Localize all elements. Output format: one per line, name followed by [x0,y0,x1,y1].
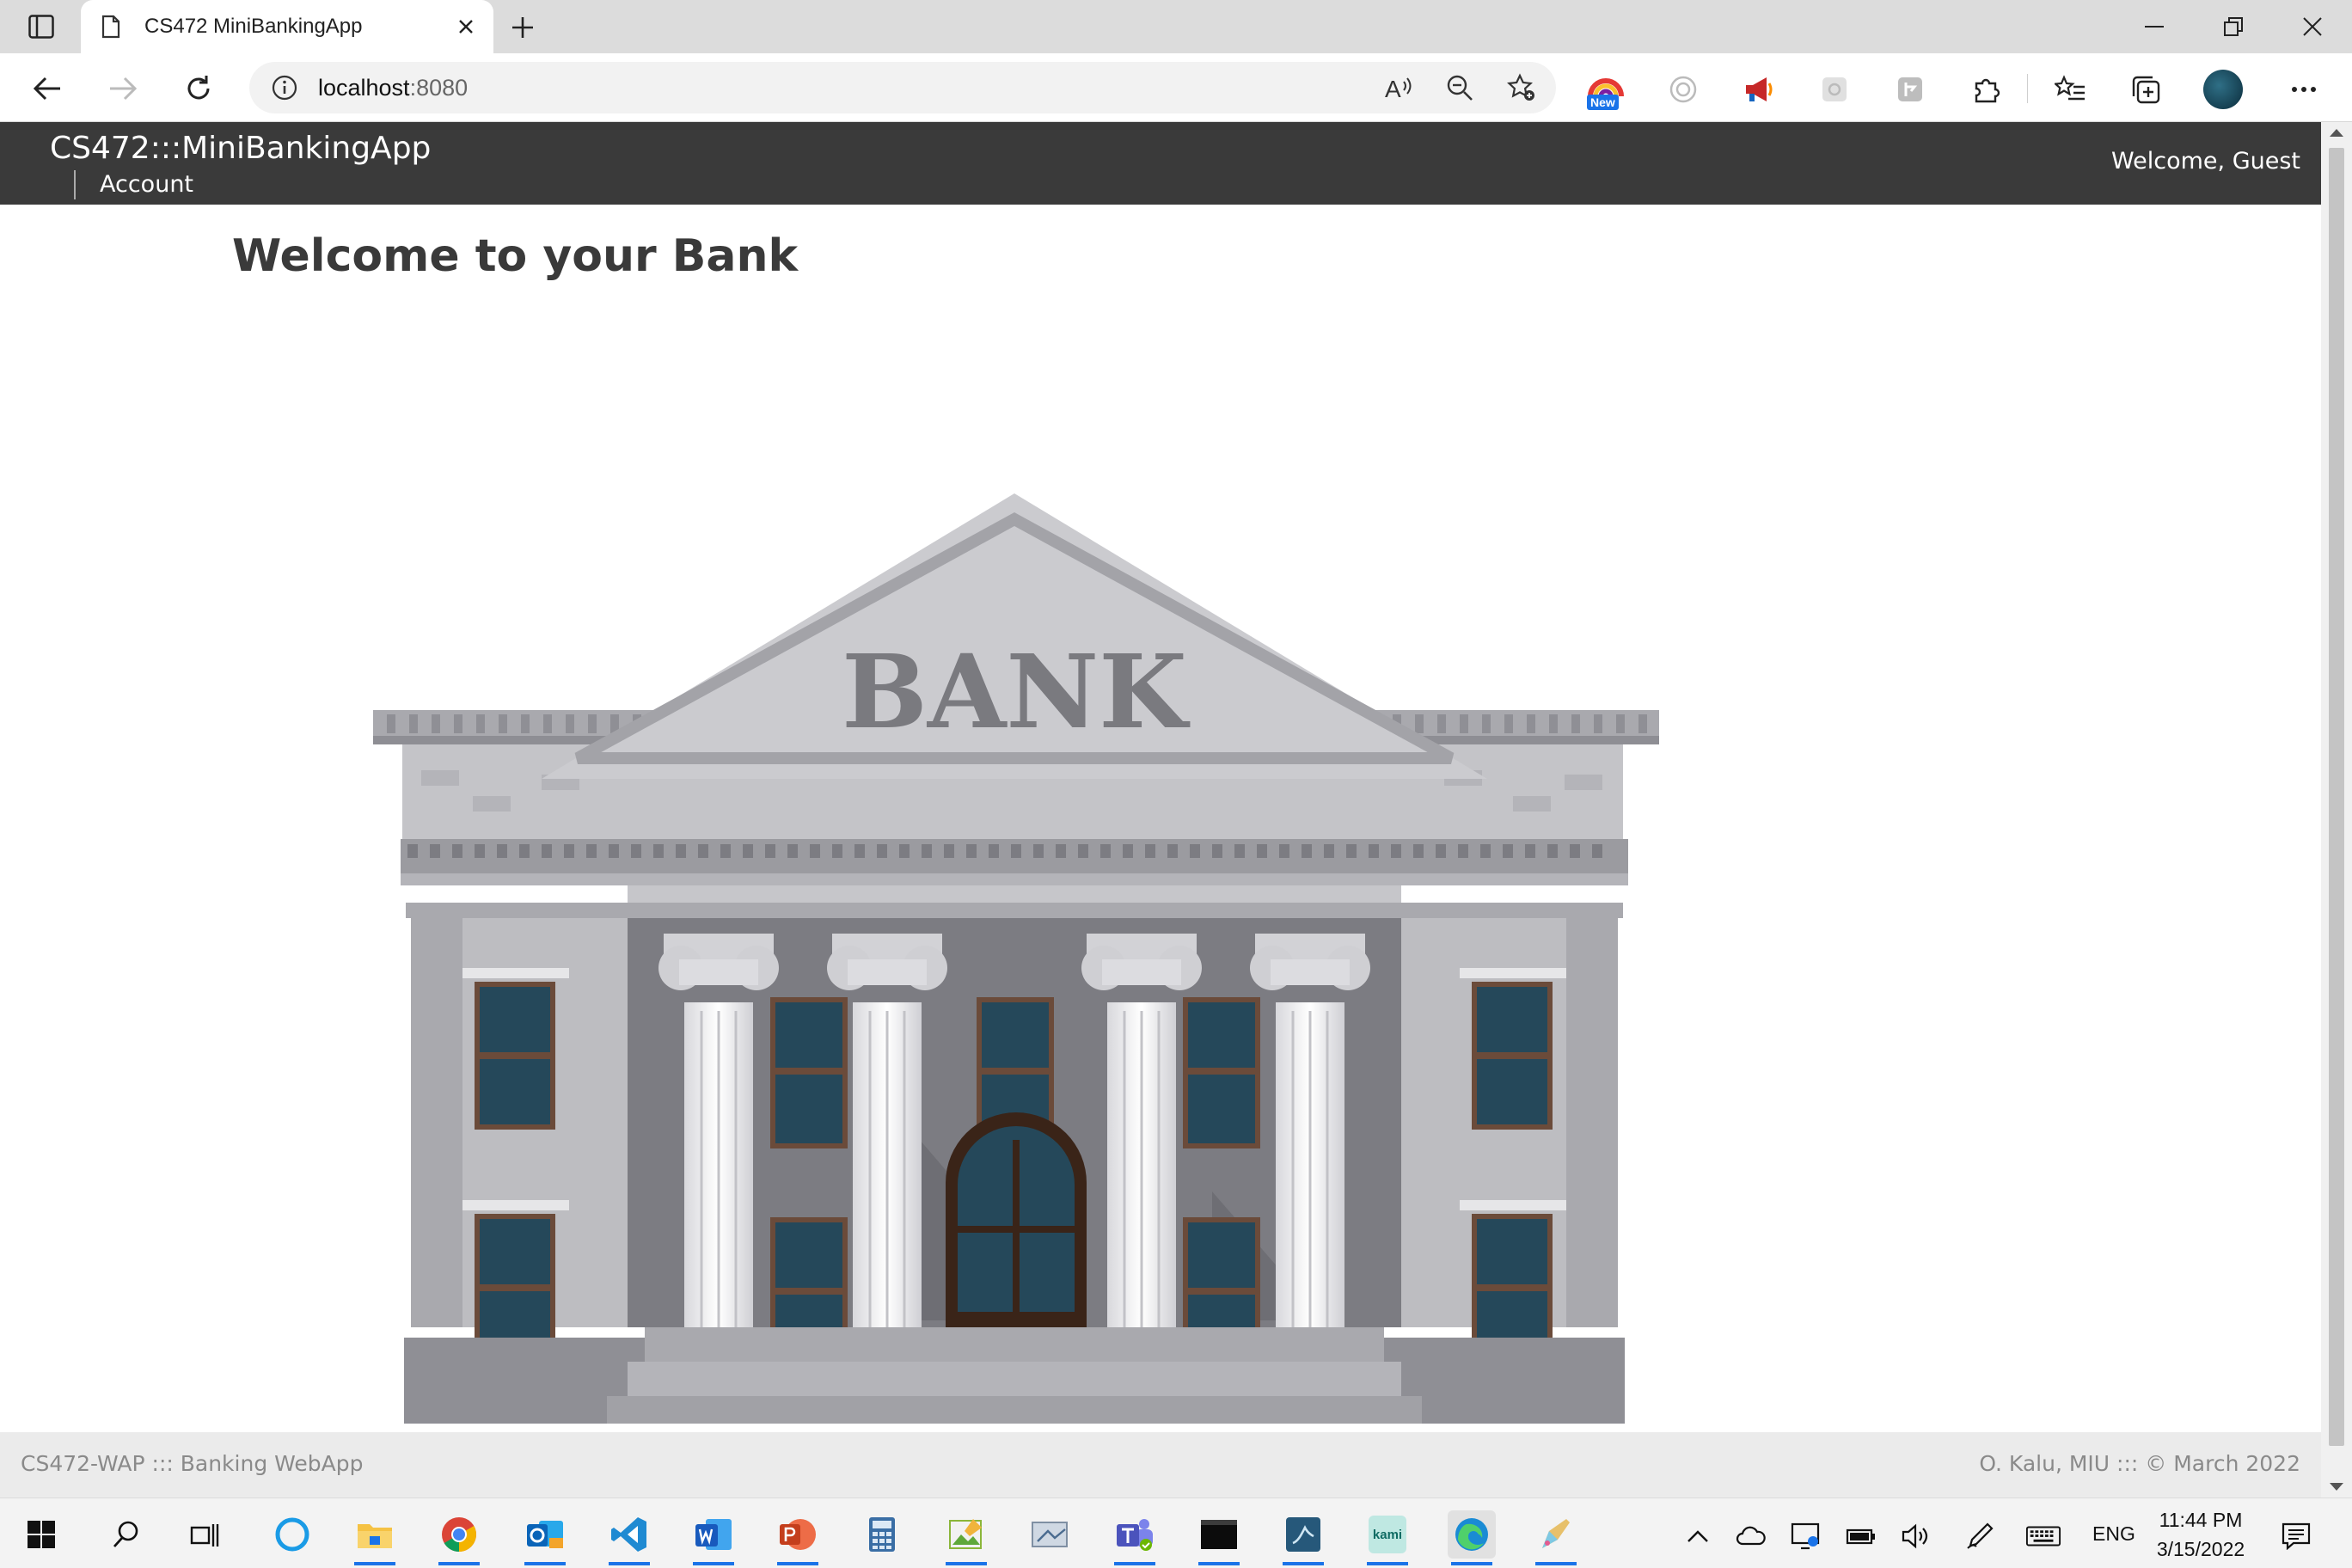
taskbar-clock[interactable]: 11:44 PM 3/15/2022 [2149,1505,2252,1564]
read-aloud-icon[interactable]: A [1375,65,1420,110]
paint3d-icon[interactable] [1532,1510,1580,1565]
cortana-icon[interactable] [268,1510,316,1559]
new-badge: New [1587,95,1619,110]
add-favorite-icon[interactable] [1499,65,1544,110]
clock-date: 3/15/2022 [2156,1538,2245,1560]
app-header: CS472:::MiniBankingApp Account Welcome, … [0,122,2321,205]
more-options-icon[interactable] [2280,65,2328,113]
footer-copyright-text: O. Kalu, MIU ::: © March 2022 [1979,1451,2300,1476]
extension-new-icon[interactable]: New [1582,65,1630,113]
battery-icon[interactable] [1843,1519,1879,1553]
show-hidden-icons-icon[interactable] [1680,1519,1716,1553]
nav-item-account[interactable]: Account [100,171,193,198]
zoom-out-icon[interactable] [1437,65,1482,110]
extensions-icon[interactable] [1962,65,2010,113]
tab-actions-icon[interactable] [19,11,64,42]
kami-icon[interactable]: kami [1363,1510,1412,1565]
app-brand[interactable]: CS472:::MiniBankingApp [50,131,431,166]
vscode-icon[interactable] [605,1510,653,1565]
onedrive-icon[interactable] [1733,1519,1769,1553]
paint-app-icon[interactable] [942,1510,990,1565]
teams-icon[interactable] [1111,1510,1159,1565]
restore-window-icon[interactable] [2194,0,2273,53]
favorites-icon[interactable] [2046,65,2094,113]
word-icon[interactable] [689,1510,738,1565]
browser-toolbar: localhost:8080 A New [0,53,2352,122]
toolbar-separator [2027,74,2028,103]
page-icon [101,15,120,39]
profile-avatar[interactable] [2199,65,2247,113]
svg-text:A: A [1385,76,1401,101]
extension-puzzle-grey-icon[interactable] [1810,65,1859,113]
browser-tab-active[interactable]: CS472 MiniBankingApp [81,0,493,53]
scrollbar-thumb[interactable] [2329,148,2344,1446]
chrome-icon[interactable] [435,1510,483,1565]
minimize-window-icon[interactable] [2115,0,2194,53]
tab-title: CS472 MiniBankingApp [144,15,363,38]
page-viewport: CS472:::MiniBankingApp Account Welcome, … [0,122,2321,1498]
collections-icon[interactable] [2122,65,2170,113]
pen-workspace-icon[interactable] [1962,1519,1998,1553]
terminal-icon[interactable] [1195,1510,1243,1565]
kami-label: kami [1372,1527,1403,1542]
welcome-user-text: Welcome, Guest [2111,148,2300,175]
scroll-down-arrow[interactable] [2330,1483,2343,1491]
page-scrollbar[interactable] [2321,122,2352,1498]
bank-building-image: BANK [373,493,1659,1424]
input-language[interactable]: ENG [2092,1522,2135,1546]
address-bar[interactable]: localhost:8080 A [249,62,1556,113]
browser-tab-strip: CS472 MiniBankingApp [0,0,2352,53]
edge-icon[interactable] [1448,1510,1496,1565]
url-text: localhost:8080 [318,74,469,101]
app-footer: CS472-WAP ::: Banking WebApp O. Kalu, MI… [0,1432,2321,1498]
page-title: Welcome to your Bank [232,230,799,282]
windows-taskbar: kami ENG 11:44 PM 3/15/2022 [0,1498,2352,1568]
close-window-icon[interactable] [2273,0,2352,53]
main-nav: Account [74,170,193,199]
file-explorer-icon[interactable] [351,1510,399,1565]
extension-target-icon[interactable] [1659,65,1707,113]
snipping-tool-icon[interactable] [1026,1510,1075,1559]
outlook-icon[interactable] [521,1510,569,1565]
back-button[interactable] [26,67,69,110]
forward-button[interactable] [101,67,144,110]
powerpoint-icon[interactable] [774,1510,822,1565]
search-icon[interactable] [101,1510,150,1559]
site-info-icon[interactable] [270,73,299,102]
bank-sign-text: BANK [842,632,1191,751]
volume-icon[interactable] [1898,1519,1934,1553]
extension-grey-box-icon[interactable] [1886,65,1934,113]
calculator-icon[interactable] [858,1510,906,1559]
touch-keyboard-icon[interactable] [2025,1519,2061,1553]
scroll-up-arrow[interactable] [2330,129,2343,137]
task-view-icon[interactable] [181,1510,229,1559]
extension-megaphone-icon[interactable] [1735,65,1783,113]
start-windows-icon[interactable] [17,1510,65,1559]
refresh-button[interactable] [177,67,220,110]
close-tab-icon[interactable] [447,8,485,46]
new-tab-button[interactable] [504,9,542,46]
mysql-workbench-icon[interactable] [1279,1510,1327,1565]
footer-app-text: CS472-WAP ::: Banking WebApp [21,1451,364,1476]
display-settings-icon[interactable] [1788,1519,1824,1553]
clock-time: 11:44 PM [2159,1509,2243,1531]
notifications-icon[interactable] [2278,1519,2314,1553]
